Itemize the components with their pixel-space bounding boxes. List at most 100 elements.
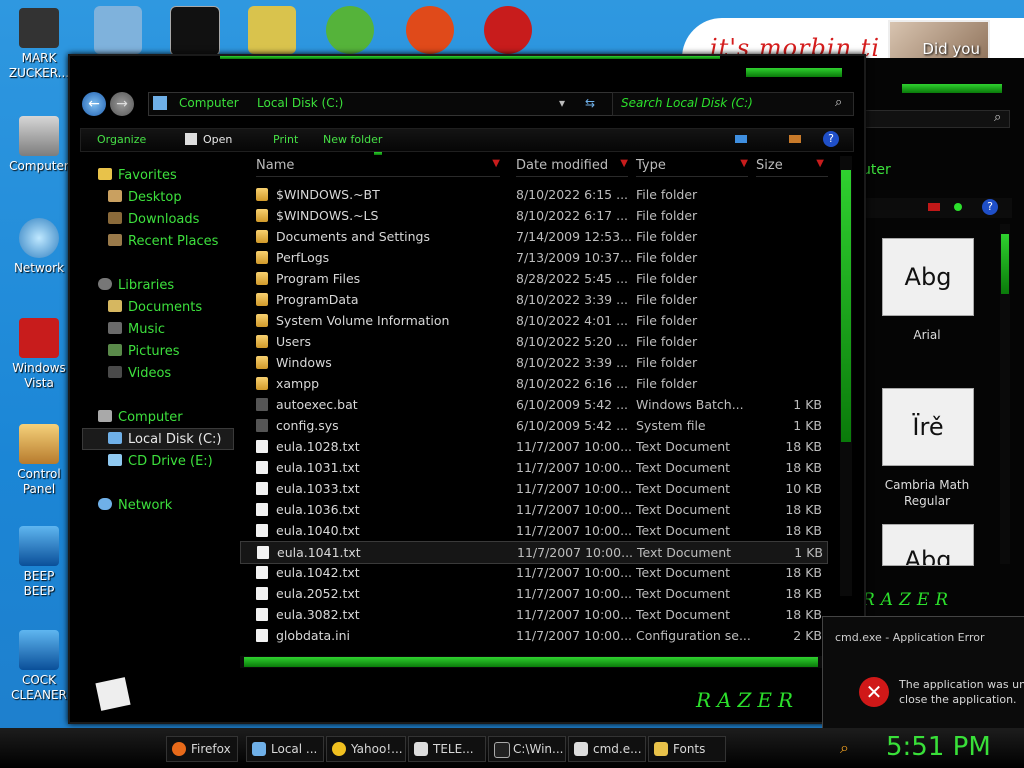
taskbar-button-cmd-windows[interactable]: C:\Win... — [488, 736, 566, 762]
nav-downloads[interactable]: Downloads — [108, 212, 199, 227]
search-icon[interactable]: ⌕ — [835, 95, 842, 110]
horizontal-scrollbar[interactable] — [240, 656, 822, 668]
nav-videos[interactable]: Videos — [108, 366, 171, 381]
refresh-icon[interactable]: ⇆ — [585, 96, 595, 110]
search-box[interactable]: Search Local Disk (C:) ⌕ — [612, 92, 854, 116]
chevron-down-icon[interactable]: ▾ — [559, 96, 565, 110]
organize-button[interactable]: Organize — [97, 133, 146, 146]
search-icon[interactable]: ⌕ — [994, 110, 1001, 125]
table-row[interactable]: ProgramData 8/10/2022 3:39 ... File folder — [240, 289, 826, 310]
nav-network[interactable]: Network — [98, 498, 172, 513]
help-icon[interactable]: ? — [823, 131, 839, 147]
angry-birds-icon[interactable] — [326, 6, 374, 54]
print-button[interactable]: Print — [273, 133, 298, 146]
table-row[interactable]: eula.3082.txt 11/7/2007 10:00... Text Docu… — [240, 604, 826, 625]
table-row[interactable]: $WINDOWS.~LS 8/10/2022 6:17 ... File folde… — [240, 205, 826, 226]
column-header-size[interactable]: Size ▼ — [756, 158, 828, 177]
desktop-icon-beep-beep[interactable]: BEEP BEEP — [1, 526, 77, 599]
table-row[interactable]: eula.1028.txt 11/7/2007 10:00... Text Docu… — [240, 436, 826, 457]
fonts-search-box[interactable] — [862, 110, 1010, 128]
column-header-type[interactable]: Type ▼ — [636, 158, 748, 177]
pinnacle-icon[interactable] — [406, 6, 454, 54]
nav-desktop[interactable]: Desktop — [108, 190, 182, 205]
scrollbar-thumb[interactable] — [841, 170, 851, 442]
shortcut-icon[interactable] — [94, 6, 142, 54]
help-icon[interactable]: ? — [982, 199, 998, 215]
taskbar-button-yahoo[interactable]: Yahoo!... — [326, 736, 406, 762]
nav-documents[interactable]: Documents — [108, 300, 202, 315]
table-row[interactable]: Windows 8/10/2022 3:39 ... File folder — [240, 352, 826, 373]
taskbar-button-fonts[interactable]: Fonts — [648, 736, 726, 762]
filter-icon[interactable]: ▼ — [740, 158, 748, 169]
taskbar-button-local-disk[interactable]: Local ... — [246, 736, 324, 762]
table-row[interactable]: eula.1033.txt 11/7/2007 10:00... Text Docu… — [240, 478, 826, 499]
breadcrumb-local-disk[interactable]: Local Disk (C:) — [257, 96, 343, 110]
table-row[interactable]: System Volume Information 8/10/2022 4:01 … — [240, 310, 826, 331]
preview-pane-icon[interactable] — [789, 135, 801, 143]
nav-favorites[interactable]: Favorites — [98, 168, 177, 183]
taskbar-button-firefox[interactable]: Firefox — [166, 736, 238, 762]
fonts-window[interactable]: ⌕ uter ? Abg Arial Ïrě Cambria Math Regu… — [860, 58, 1024, 618]
vertical-scrollbar[interactable] — [840, 156, 852, 596]
forward-button[interactable]: → — [110, 92, 134, 116]
window-controls[interactable] — [902, 84, 1002, 93]
font-thumb-cambria-math[interactable]: Ïrě — [882, 388, 974, 466]
nav-cd-drive[interactable]: CD Drive (E:) — [108, 454, 213, 469]
desktop-icon-cock-cleaner[interactable]: COCK CLEANER — [1, 630, 77, 703]
table-row[interactable]: eula.1041.txt 11/7/2007 10:00... Text Docu… — [240, 541, 828, 564]
table-row[interactable]: xampp 8/10/2022 6:16 ... File folder — [240, 373, 826, 394]
nav-local-disk[interactable]: Local Disk (C:) — [108, 432, 221, 447]
table-row[interactable]: $WINDOWS.~BT 8/10/2022 6:15 ... File folde… — [240, 184, 826, 205]
table-row[interactable]: Documents and Settings 7/14/2009 12:53...… — [240, 226, 826, 247]
table-row[interactable]: autoexec.bat 6/10/2009 5:42 ... Windows Ba… — [240, 394, 826, 415]
column-header-name[interactable]: Name ▼ — [256, 158, 500, 177]
desktop-icon-control-panel[interactable]: Control Panel — [1, 424, 77, 497]
table-row[interactable]: eula.2052.txt 11/7/2007 10:00... Text Docu… — [240, 583, 826, 604]
open-button[interactable]: Open — [203, 133, 232, 146]
views-icon[interactable] — [735, 135, 747, 143]
column-header-date[interactable]: Date modified ▼ — [516, 158, 628, 177]
back-button[interactable]: ← — [82, 92, 106, 116]
search-icon[interactable]: ⌕ — [840, 738, 849, 758]
error-dialog[interactable]: cmd.exe - Application Error ✕ The applic… — [822, 616, 1024, 730]
new-folder-button[interactable]: New folder — [323, 133, 382, 146]
font-thumb-partial[interactable]: Abg — [882, 524, 974, 566]
address-bar[interactable]: Computer Local Disk (C:) ▾ ⇆ — [148, 92, 670, 116]
taskbar-button-cmd-exe[interactable]: cmd.e... — [568, 736, 646, 762]
breadcrumb-computer[interactable]: Computer — [179, 96, 239, 110]
table-row[interactable]: eula.1036.txt 11/7/2007 10:00... Text Docu… — [240, 499, 826, 520]
table-row[interactable]: Users 8/10/2022 5:20 ... File folder — [240, 331, 826, 352]
window-controls[interactable] — [746, 68, 842, 77]
desktop-icon-mark-zucker[interactable]: MARK ZUCKER... — [1, 8, 77, 81]
desktop-icon-computer[interactable]: Computer — [1, 116, 77, 174]
nav-music[interactable]: Music — [108, 322, 165, 337]
fonts-scrollbar[interactable] — [1000, 224, 1010, 564]
table-row[interactable]: Program Files 8/28/2022 5:45 ... File fold… — [240, 268, 826, 289]
scrollbar-thumb[interactable] — [1001, 234, 1009, 294]
devcpp-icon[interactable] — [484, 6, 532, 54]
filter-icon[interactable]: ▼ — [620, 158, 628, 169]
nav-recent-places[interactable]: Recent Places — [108, 234, 218, 249]
table-row[interactable]: PerfLogs 7/13/2009 10:37... File folder — [240, 247, 826, 268]
explorer-window[interactable]: ← → Computer Local Disk (C:) ▾ ⇆ Search … — [68, 54, 866, 724]
nav-computer[interactable]: Computer — [98, 410, 183, 425]
filter-icon[interactable]: ▼ — [492, 158, 500, 169]
folder-shortcut-icon[interactable] — [248, 6, 296, 54]
font-thumb-arial[interactable]: Abg — [882, 238, 974, 316]
table-row[interactable]: eula.1042.txt 11/7/2007 10:00... Text Docu… — [240, 562, 826, 583]
desktop-icon-recycle-bin[interactable]: Windows Vista — [1, 318, 77, 391]
table-row[interactable]: globdata.ini 11/7/2007 10:00... Configurat… — [240, 625, 826, 646]
table-row[interactable]: eula.1040.txt 11/7/2007 10:00... Text Docu… — [240, 520, 826, 541]
cmd-icon[interactable] — [170, 6, 220, 56]
nav-libraries[interactable]: Libraries — [98, 278, 174, 293]
clock[interactable]: 5:51 PM — [886, 732, 991, 762]
search-input[interactable]: Search Local Disk (C:) — [621, 96, 753, 110]
nav-pictures[interactable]: Pictures — [108, 344, 179, 359]
table-row[interactable]: config.sys 6/10/2009 5:42 ... System file 1… — [240, 415, 826, 436]
scrollbar-thumb[interactable] — [244, 657, 818, 667]
desktop-icon-network[interactable]: Network — [1, 218, 77, 276]
table-row[interactable]: eula.1031.txt 11/7/2007 10:00... Text Docu… — [240, 457, 826, 478]
filter-icon[interactable]: ▼ — [816, 158, 824, 169]
taskbar-button-tele[interactable]: TELE... — [408, 736, 486, 762]
toolbar-icon[interactable] — [928, 203, 940, 211]
